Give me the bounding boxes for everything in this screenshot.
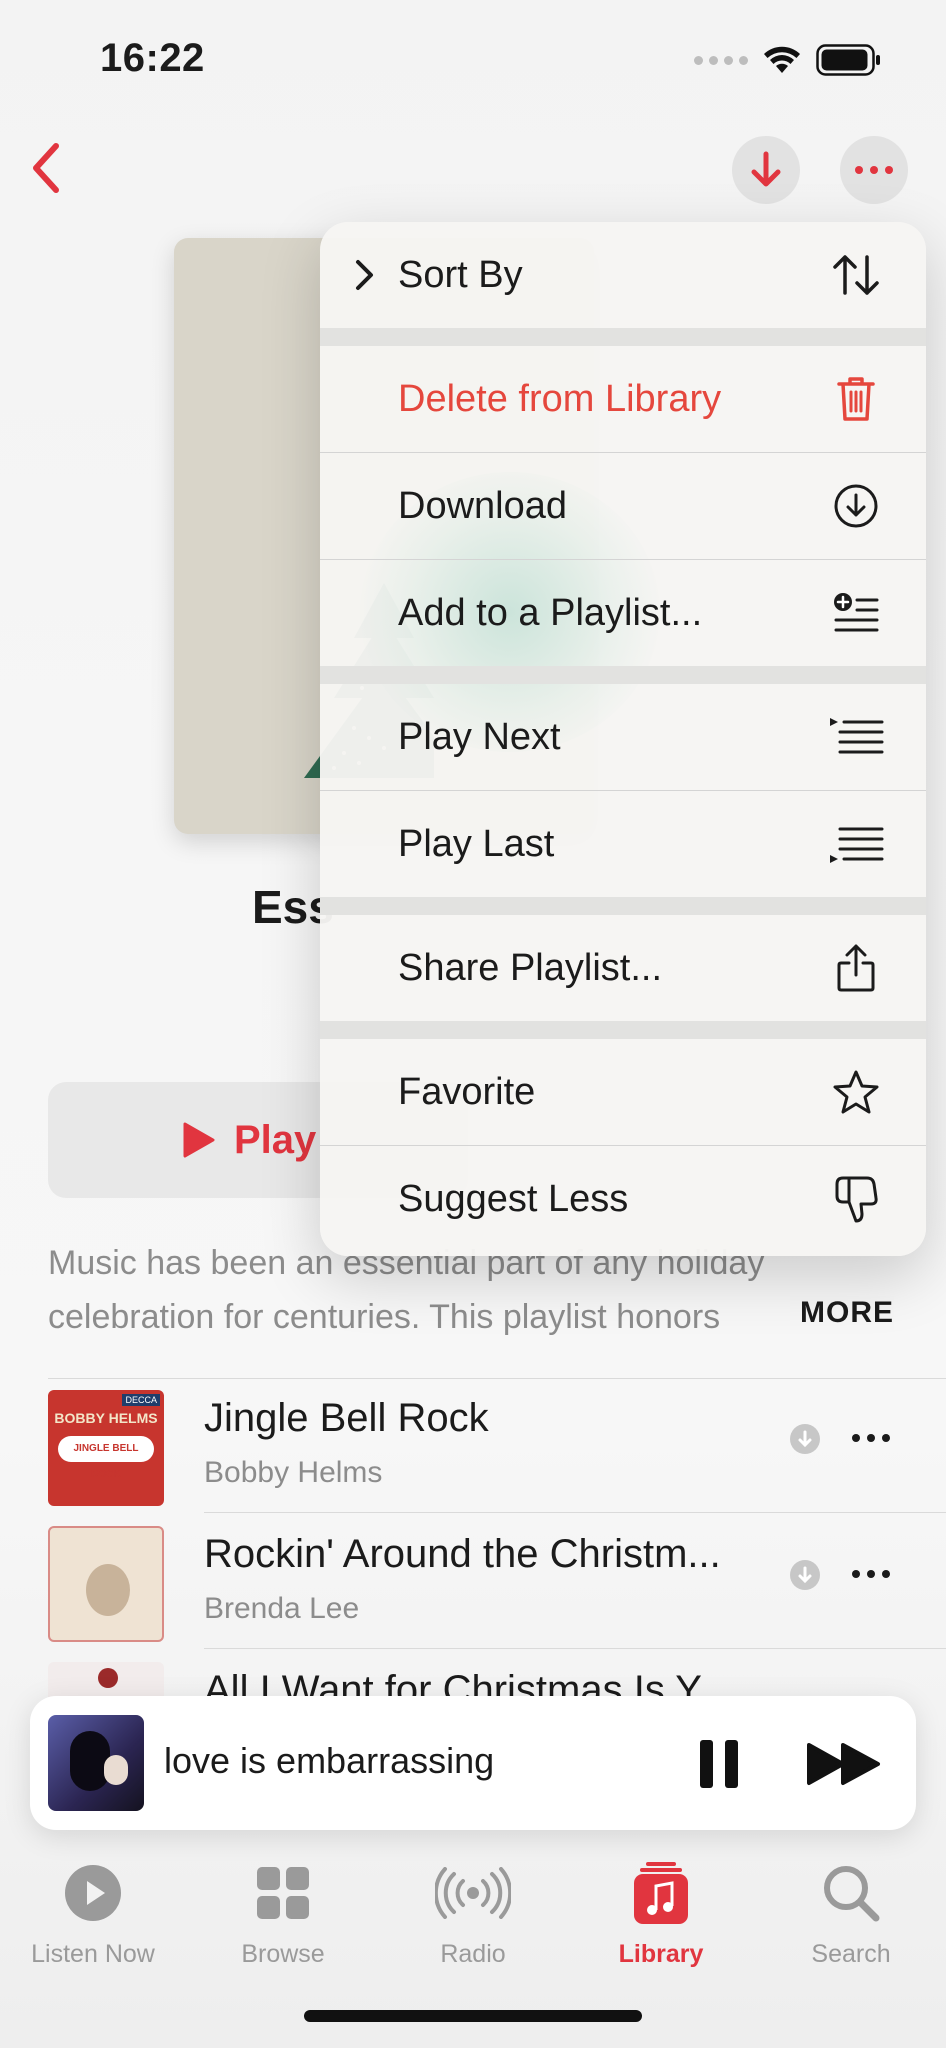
- tab-search[interactable]: Search: [756, 1860, 946, 1969]
- context-menu: Sort By Delete from Library Download Add…: [320, 222, 926, 1256]
- menu-label: Play Last: [398, 822, 555, 865]
- battery-icon: [816, 44, 880, 76]
- add-to-list-icon: [828, 585, 884, 641]
- cellular-signal-icon: [694, 55, 748, 65]
- magnifier-icon: [824, 1866, 880, 1922]
- menu-section-gap: [320, 1021, 926, 1039]
- track-artist: Bobby Helms: [204, 1456, 383, 1489]
- menu-label: Favorite: [398, 1070, 536, 1113]
- menu-item-add-to-playlist[interactable]: Add to a Playlist...: [320, 560, 926, 666]
- wifi-icon: [764, 46, 800, 73]
- fast-forward-icon: [807, 1743, 880, 1785]
- status-icons: [694, 44, 882, 76]
- track-title: Jingle Bell Rock: [204, 1396, 489, 1440]
- menu-label: Share Playlist...: [398, 946, 662, 989]
- back-button[interactable]: [18, 138, 78, 198]
- portrait-image: [86, 1564, 130, 1616]
- track-row[interactable]: DECCA BOBBY HELMS JINGLE BELL ROCK Jingl…: [0, 1376, 946, 1512]
- chevron-right-icon: [356, 260, 373, 290]
- menu-item-play-next[interactable]: Play Next: [320, 684, 926, 790]
- menu-label: Download: [398, 484, 567, 527]
- album-art-title: JINGLE BELL ROCK: [58, 1436, 154, 1480]
- more-options-button[interactable]: [840, 136, 908, 204]
- menu-item-download[interactable]: Download: [320, 453, 926, 559]
- tab-label: Search: [811, 1940, 891, 1968]
- tab-library[interactable]: Library: [566, 1860, 756, 1969]
- menu-label: Sort By: [398, 253, 523, 296]
- track-more-button[interactable]: [852, 1570, 890, 1578]
- menu-label: Add to a Playlist...: [398, 591, 703, 634]
- menu-section-gap: [320, 897, 926, 915]
- ellipsis-icon: [855, 166, 893, 174]
- menu-item-share[interactable]: Share Playlist...: [320, 915, 926, 1021]
- menu-label: Suggest Less: [398, 1177, 629, 1220]
- pause-icon: [700, 1740, 738, 1788]
- menu-item-favorite[interactable]: Favorite: [320, 1039, 926, 1145]
- downloaded-icon: [790, 1424, 820, 1454]
- mini-player[interactable]: love is embarrassing: [30, 1696, 916, 1830]
- track-more-button[interactable]: [852, 1434, 890, 1442]
- download-circle-icon: [828, 478, 884, 534]
- radio-waves-icon: [435, 1867, 511, 1919]
- tab-label: Browse: [241, 1940, 325, 1968]
- play-last-icon: [828, 816, 884, 872]
- menu-item-sort-by[interactable]: Sort By: [320, 222, 926, 328]
- album-art-text: BOBBY HELMS: [54, 1410, 158, 1426]
- menu-section-gap: [320, 666, 926, 684]
- now-playing-artwork: [48, 1715, 144, 1811]
- pause-button[interactable]: [698, 1738, 740, 1795]
- status-time: 16:22: [100, 36, 205, 80]
- download-button[interactable]: [732, 136, 800, 204]
- track-row[interactable]: Rockin' Around the Christm... Brenda Lee: [0, 1512, 946, 1648]
- tab-browse[interactable]: Browse: [188, 1860, 378, 1969]
- tab-label: Radio: [440, 1940, 506, 1968]
- downloaded-icon: [790, 1560, 820, 1590]
- portrait-image: [98, 1668, 118, 1688]
- arrow-down-icon: [751, 151, 781, 187]
- menu-label: Play Next: [398, 715, 561, 758]
- track-title: Rockin' Around the Christm...: [204, 1532, 721, 1576]
- now-playing-title: love is embarrassing: [164, 1740, 495, 1781]
- album-figure-detail: [104, 1755, 128, 1785]
- album-figure: [70, 1731, 110, 1791]
- tab-label: Listen Now: [31, 1940, 155, 1968]
- menu-item-delete[interactable]: Delete from Library: [320, 346, 926, 452]
- track-artist: Brenda Lee: [204, 1592, 360, 1625]
- play-label: Play: [234, 1117, 317, 1162]
- music-note-stack-icon: [634, 1862, 688, 1924]
- star-icon: [828, 1064, 884, 1120]
- share-icon: [828, 940, 884, 996]
- track-artwork: DECCA BOBBY HELMS JINGLE BELL ROCK: [48, 1390, 164, 1506]
- chevron-left-icon: [33, 143, 59, 193]
- play-circle-icon: [65, 1865, 121, 1921]
- home-indicator: [304, 2010, 642, 2022]
- tab-radio[interactable]: Radio: [378, 1860, 568, 1969]
- grid-icon: [257, 1867, 309, 1919]
- play-icon: [183, 1122, 215, 1158]
- thumbs-down-icon: [828, 1171, 884, 1227]
- menu-label: Delete from Library: [398, 377, 722, 420]
- label-badge: DECCA: [122, 1394, 160, 1406]
- trash-icon: [828, 371, 884, 427]
- description-more-link[interactable]: MORE: [790, 1296, 894, 1330]
- screen: 16:22 Ess Play Music has been an essenti…: [0, 0, 946, 2048]
- play-next-icon: [828, 709, 884, 765]
- menu-item-suggest-less[interactable]: Suggest Less: [320, 1146, 926, 1252]
- menu-section-gap: [320, 328, 926, 346]
- track-artwork: [48, 1526, 164, 1642]
- tab-listen-now[interactable]: Listen Now: [0, 1860, 188, 1969]
- sort-arrows-icon: [828, 247, 884, 303]
- next-track-button[interactable]: [806, 1742, 882, 1791]
- menu-item-play-last[interactable]: Play Last: [320, 791, 926, 897]
- tab-label: Library: [618, 1940, 704, 1968]
